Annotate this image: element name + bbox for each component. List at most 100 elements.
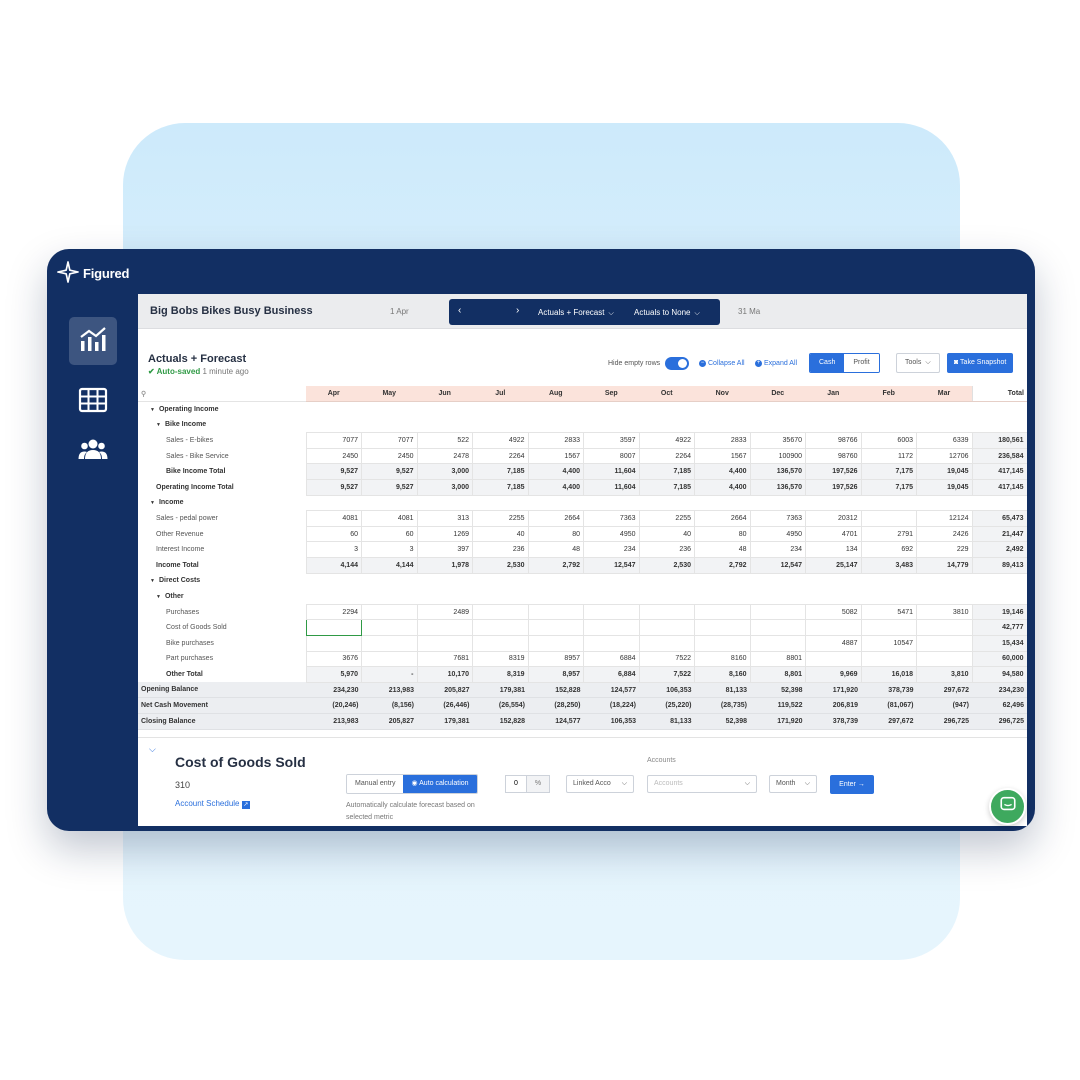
table-cell[interactable]: 8957: [527, 650, 584, 668]
table-cell[interactable]: [527, 619, 584, 636]
table-cell[interactable]: 4701: [805, 525, 862, 543]
table-cell[interactable]: [749, 619, 806, 636]
table-cell[interactable]: 2664: [694, 510, 751, 527]
table-cell[interactable]: 692: [860, 541, 917, 559]
table-cell[interactable]: 2833: [694, 432, 751, 449]
table-cell[interactable]: 4081: [361, 510, 418, 527]
nav-item-users[interactable]: [69, 428, 117, 476]
linked-account-select[interactable]: Linked Acco ⌵: [566, 775, 634, 793]
tools-dropdown[interactable]: Tools ⌵: [896, 353, 940, 373]
row-label[interactable]: ▼ Direct Costs: [138, 573, 306, 589]
table-cell[interactable]: [472, 603, 529, 621]
table-cell[interactable]: 80: [694, 525, 751, 543]
table-cell[interactable]: 313: [416, 510, 473, 527]
table-cell[interactable]: [583, 635, 640, 652]
table-cell[interactable]: 5082: [805, 603, 862, 621]
table-cell[interactable]: 40: [638, 525, 695, 543]
table-cell[interactable]: 1567: [527, 447, 584, 465]
table-cell[interactable]: 7363: [583, 510, 640, 527]
table-cell[interactable]: 8007: [583, 447, 640, 465]
hide-empty-rows-toggle[interactable]: [665, 356, 690, 370]
table-cell[interactable]: 6003: [860, 432, 917, 449]
table-cell[interactable]: 2426: [916, 525, 973, 543]
table-cell[interactable]: 10547: [860, 635, 917, 652]
table-cell[interactable]: 8319: [472, 650, 529, 668]
nav-item-forecast[interactable]: [69, 317, 117, 365]
table-cell[interactable]: [583, 619, 640, 636]
table-cell[interactable]: [860, 510, 917, 527]
chevron-down-icon[interactable]: ⌵: [149, 744, 156, 755]
table-cell[interactable]: 2450: [361, 447, 418, 465]
table-cell[interactable]: 48: [694, 541, 751, 559]
table-cell[interactable]: 2255: [638, 510, 695, 527]
table-cell[interactable]: [694, 635, 751, 652]
table-cell[interactable]: 2450: [305, 447, 362, 465]
table-cell[interactable]: 4950: [583, 525, 640, 543]
table-cell[interactable]: 4922: [638, 432, 695, 449]
table-cell[interactable]: 234: [583, 541, 640, 559]
table-cell[interactable]: 2489: [416, 603, 473, 621]
table-cell[interactable]: 40: [472, 525, 529, 543]
row-label[interactable]: ▼ Income: [138, 495, 306, 511]
caret-down-icon[interactable]: ▼: [150, 407, 155, 413]
table-cell[interactable]: [805, 650, 862, 668]
table-cell[interactable]: [527, 603, 584, 621]
table-cell[interactable]: 12706: [916, 447, 973, 465]
table-cell[interactable]: 1567: [694, 447, 751, 465]
table-cell[interactable]: 2833: [527, 432, 584, 449]
table-cell[interactable]: 80: [527, 525, 584, 543]
table-cell[interactable]: [916, 650, 973, 668]
expand-all-button[interactable]: + Expand All: [755, 353, 797, 373]
table-cell[interactable]: 7681: [416, 650, 473, 668]
table-cell[interactable]: 6884: [583, 650, 640, 668]
nav-item-tables[interactable]: [69, 378, 117, 426]
table-cell[interactable]: 2664: [527, 510, 584, 527]
table-cell[interactable]: [860, 619, 917, 636]
table-cell[interactable]: 98760: [805, 447, 862, 465]
table-cell[interactable]: [860, 650, 917, 668]
table-cell[interactable]: 2294: [305, 603, 362, 621]
collapse-all-button[interactable]: − Collapse All: [699, 353, 745, 373]
table-cell[interactable]: [638, 603, 695, 621]
table-cell[interactable]: 1269: [416, 525, 473, 543]
table-cell[interactable]: [361, 635, 418, 652]
row-label[interactable]: ▼ Operating Income: [138, 402, 306, 418]
table-cell[interactable]: [361, 603, 418, 621]
next-period-icon[interactable]: ›: [516, 305, 519, 316]
table-cell[interactable]: 1172: [860, 447, 917, 465]
table-cell[interactable]: 7522: [638, 650, 695, 668]
enter-button[interactable]: Enter →: [830, 775, 874, 794]
table-cell[interactable]: [805, 619, 862, 636]
table-cell[interactable]: 2255: [472, 510, 529, 527]
table-cell[interactable]: [749, 635, 806, 652]
table-cell[interactable]: [472, 619, 529, 636]
table-cell[interactable]: [694, 619, 751, 636]
table-cell[interactable]: 7077: [305, 432, 362, 449]
table-cell[interactable]: 3597: [583, 432, 640, 449]
table-cell[interactable]: 20312: [805, 510, 862, 527]
caret-down-icon[interactable]: ▼: [156, 422, 161, 428]
table-cell[interactable]: 8160: [694, 650, 751, 668]
table-cell[interactable]: [416, 635, 473, 652]
prev-period-icon[interactable]: ‹: [458, 305, 461, 316]
period-unit-select[interactable]: Month ⌵: [769, 775, 817, 793]
basis-cash-button[interactable]: Cash: [810, 354, 845, 372]
table-cell[interactable]: [749, 603, 806, 621]
table-cell[interactable]: 5471: [860, 603, 917, 621]
table-cell[interactable]: 7363: [749, 510, 806, 527]
basis-profit-button[interactable]: Profit: [844, 354, 879, 372]
table-cell[interactable]: 8801: [749, 650, 806, 668]
row-label[interactable]: ▼ Bike Income: [138, 417, 306, 433]
caret-down-icon[interactable]: ▼: [150, 500, 155, 506]
table-cell[interactable]: 98766: [805, 432, 862, 449]
auto-calculation-button[interactable]: ◉ Auto calculation: [403, 775, 477, 793]
table-cell[interactable]: 60: [305, 525, 362, 543]
row-label[interactable]: ▼ Other: [138, 589, 306, 605]
table-cell[interactable]: 60: [361, 525, 418, 543]
table-cell[interactable]: [583, 603, 640, 621]
compare-dropdown[interactable]: Actuals to None ⌵: [634, 308, 700, 318]
manual-entry-button[interactable]: Manual entry: [347, 775, 404, 793]
table-cell[interactable]: 6339: [916, 432, 973, 449]
search-icon[interactable]: ⚲: [138, 386, 306, 403]
percent-input[interactable]: 0 %: [505, 775, 551, 793]
